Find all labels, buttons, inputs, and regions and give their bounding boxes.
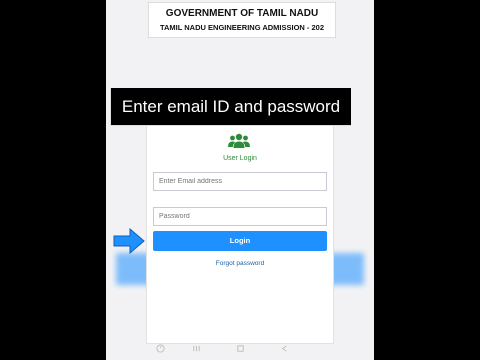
login-button[interactable]: Login bbox=[153, 231, 327, 251]
instruction-banner: Enter email ID and password bbox=[110, 88, 351, 126]
users-icon bbox=[228, 133, 250, 148]
user-login-title: User Login bbox=[223, 155, 257, 162]
header-card: GOVERNMENT OF TAMIL NADU TAMIL NADU ENGI… bbox=[148, 2, 336, 38]
government-title: GOVERNMENT OF TAMIL NADU bbox=[165, 8, 319, 19]
home-icon[interactable] bbox=[236, 344, 245, 353]
pointer-arrow-icon bbox=[113, 228, 145, 254]
back-icon[interactable] bbox=[280, 344, 289, 353]
password-field[interactable] bbox=[153, 207, 327, 226]
accessibility-icon[interactable] bbox=[156, 344, 165, 353]
recent-apps-icon[interactable] bbox=[192, 344, 201, 353]
android-nav-bar bbox=[146, 340, 332, 358]
email-field[interactable] bbox=[153, 172, 327, 191]
forgot-password-link[interactable]: Forgot password bbox=[147, 260, 333, 267]
video-frame: GOVERNMENT OF TAMIL NADU TAMIL NADU ENGI… bbox=[0, 0, 480, 360]
login-card: User Login Login Forgot password bbox=[146, 124, 334, 344]
admission-title: TAMIL NADU ENGINEERING ADMISSION - 202 bbox=[159, 23, 325, 32]
